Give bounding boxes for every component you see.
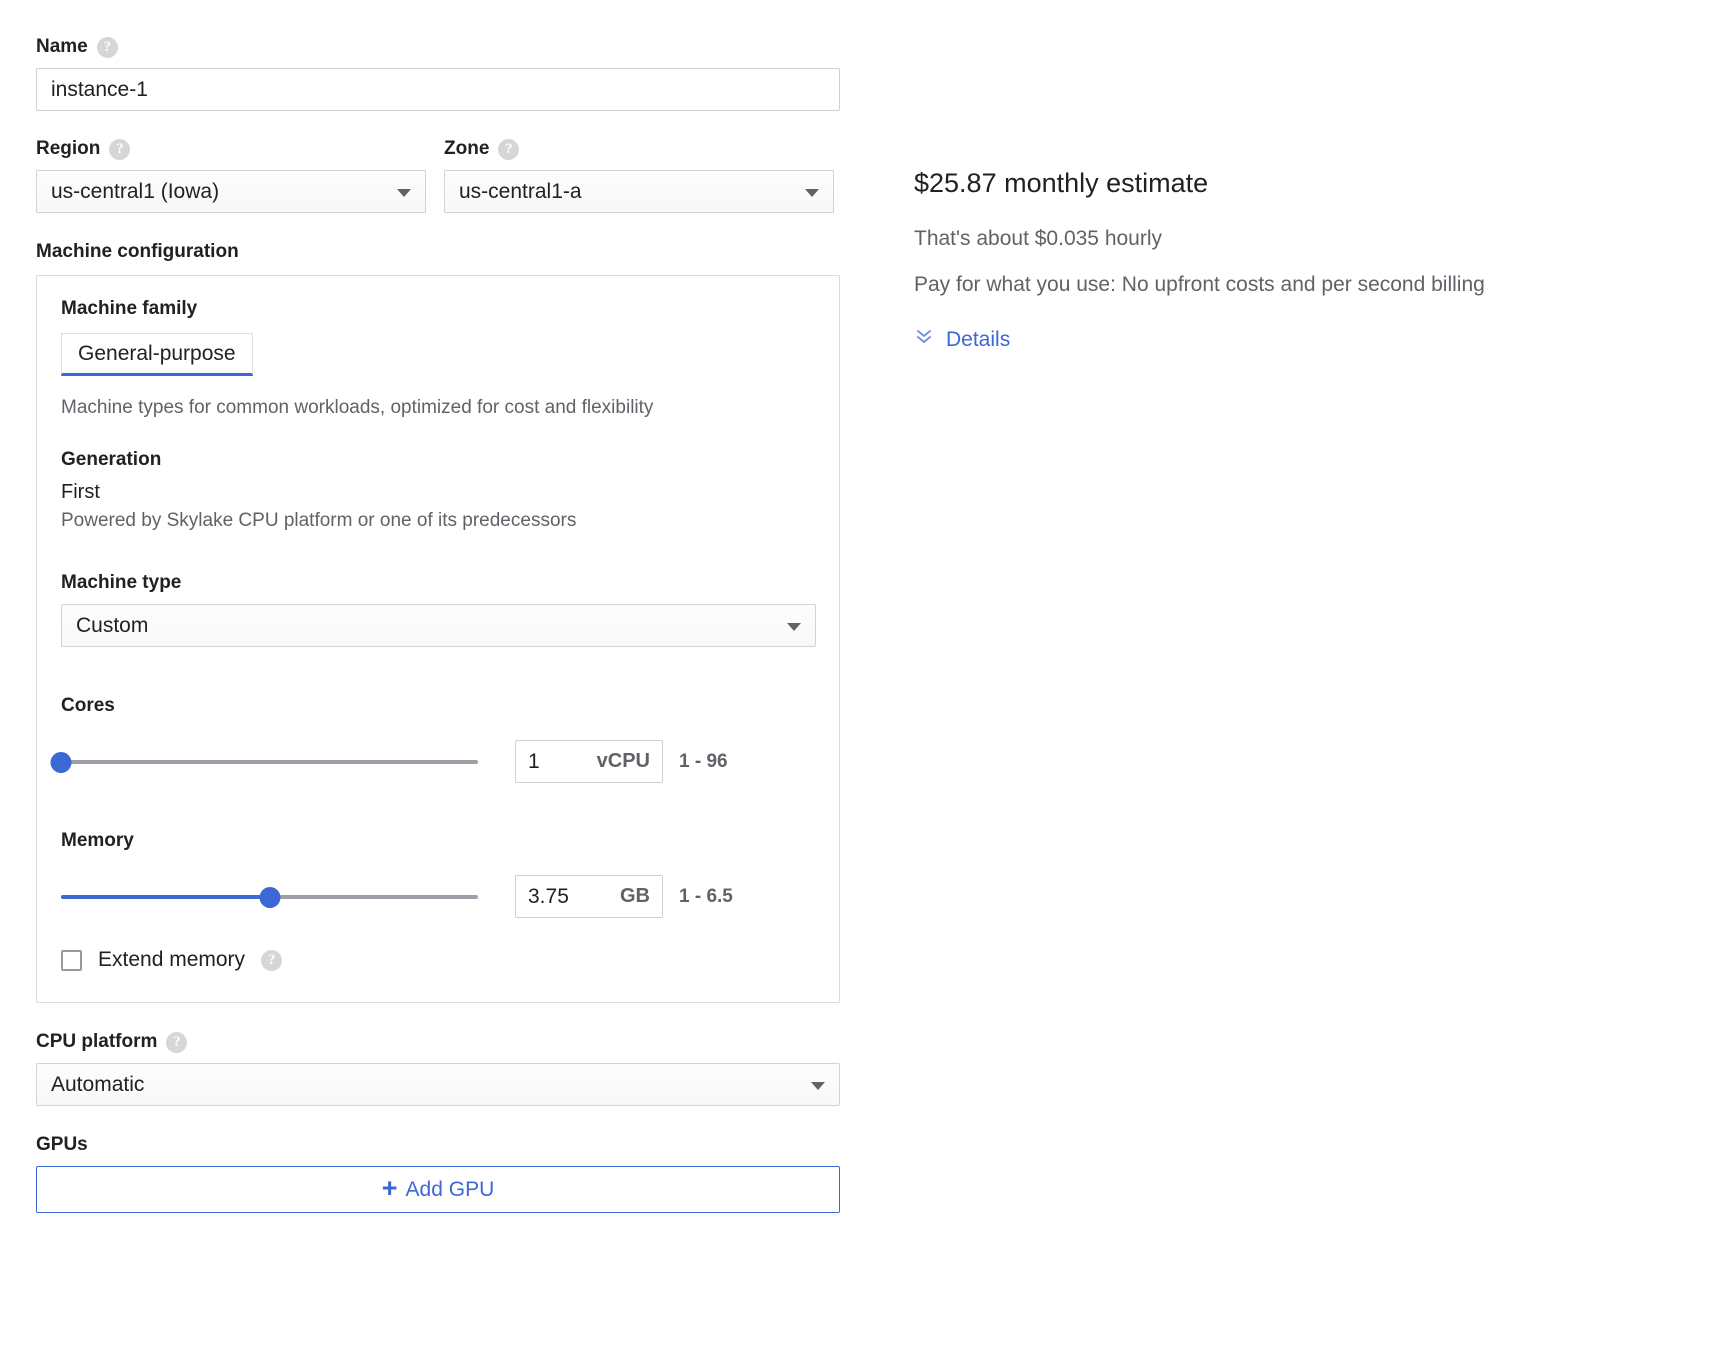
extend-memory-checkbox[interactable] — [61, 949, 82, 971]
zone-label: Zone ? — [444, 138, 834, 160]
cpu-platform-select-value: Automatic — [51, 1073, 145, 1096]
cores-value-input[interactable]: 1 vCPU — [515, 740, 663, 783]
name-label: Name ? — [36, 36, 840, 58]
machine-type-select-value: Custom — [76, 614, 149, 637]
cost-estimate-panel: $25.87 monthly estimate That's about $0.… — [914, 0, 1674, 353]
machine-configuration-label: Machine configuration — [36, 241, 840, 263]
memory-value: 3.75 — [528, 884, 569, 908]
chevron-down-icon — [811, 1081, 825, 1090]
memory-unit: GB — [620, 885, 650, 907]
chevron-down-icon — [805, 188, 819, 197]
help-icon[interactable]: ? — [261, 949, 283, 971]
add-gpu-button-label: Add GPU — [405, 1177, 495, 1201]
monthly-estimate-title: $25.87 monthly estimate — [914, 168, 1209, 198]
help-icon[interactable]: ? — [96, 36, 118, 58]
details-toggle[interactable]: Details — [914, 327, 1674, 353]
generation-label: Generation — [61, 449, 162, 470]
cores-range: 1 - 96 — [679, 750, 728, 772]
hourly-estimate-text: That's about $0.035 hourly — [914, 227, 1163, 250]
tab-general-purpose-label: General-purpose — [78, 342, 236, 365]
generation-description: Powered by Skylake CPU platform or one o… — [61, 510, 577, 531]
details-label: Details — [946, 328, 1011, 351]
extend-memory-row[interactable]: Extend memory ? — [61, 948, 815, 972]
cpu-platform-label-text: CPU platform — [36, 1031, 158, 1052]
cpu-platform-label: CPU platform ? — [36, 1031, 840, 1053]
gpus-label: GPUs — [36, 1134, 840, 1156]
instance-form-column: Name ? Region ? us-central1 (Iowa) — [36, 0, 840, 1213]
region-label: Region ? — [36, 138, 426, 160]
chevron-down-icon — [787, 622, 801, 631]
plus-icon: + — [381, 1173, 398, 1203]
generation-value: First — [61, 481, 100, 503]
name-input[interactable] — [36, 68, 840, 111]
cores-unit: vCPU — [596, 750, 650, 772]
cores-slider[interactable] — [50, 749, 478, 775]
memory-slider-thumb[interactable] — [259, 886, 280, 908]
create-instance-form-page: Name ? Region ? us-central1 (Iowa) — [0, 0, 1720, 1362]
memory-label: Memory — [61, 830, 134, 851]
cpu-platform-select[interactable]: Automatic — [36, 1063, 840, 1106]
help-icon[interactable]: ? — [166, 1031, 188, 1053]
machine-family-description: Machine types for common workloads, opti… — [61, 397, 654, 418]
name-field-group: Name ? — [36, 36, 840, 111]
machine-type-select[interactable]: Custom — [61, 604, 816, 647]
region-label-text: Region — [36, 138, 101, 159]
cores-slider-thumb[interactable] — [50, 751, 72, 773]
memory-range: 1 - 6.5 — [679, 885, 733, 907]
machine-type-label: Machine type — [61, 572, 182, 593]
cores-value: 1 — [528, 749, 540, 773]
help-icon[interactable]: ? — [498, 138, 520, 160]
billing-note-text: Pay for what you use: No upfront costs a… — [914, 273, 1485, 296]
machine-family-label: Machine family — [61, 298, 198, 319]
zone-select[interactable]: us-central1-a — [444, 170, 834, 213]
help-icon[interactable]: ? — [109, 138, 131, 160]
region-field-group: Region ? us-central1 (Iowa) — [36, 138, 426, 213]
cpu-platform-field-group: CPU platform ? Automatic — [36, 1031, 840, 1106]
machine-configuration-label-text: Machine configuration — [36, 241, 239, 262]
memory-value-input[interactable]: 3.75 GB — [515, 875, 663, 918]
chevron-double-down-icon — [914, 327, 934, 353]
machine-configuration-card: Machine family General-purpose Machine t… — [36, 275, 840, 1003]
add-gpu-button[interactable]: + Add GPU — [36, 1166, 840, 1213]
name-label-text: Name — [36, 36, 88, 57]
zone-field-group: Zone ? us-central1-a — [444, 138, 834, 213]
machine-configuration-section: Machine configuration Machine family Gen… — [36, 241, 840, 1003]
cores-slider-track — [61, 759, 478, 764]
cores-label: Cores — [61, 695, 115, 716]
extend-memory-label: Extend memory — [98, 948, 246, 971]
chevron-down-icon — [397, 188, 411, 197]
zone-select-value: us-central1-a — [459, 180, 582, 203]
region-select-value: us-central1 (Iowa) — [51, 180, 220, 203]
cores-slider-row: 1 vCPU 1 - 96 — [50, 740, 815, 783]
region-zone-row: Region ? us-central1 (Iowa) Zone ? us-ce… — [36, 138, 840, 213]
gpus-field-group: GPUs + Add GPU — [36, 1134, 840, 1213]
gpus-label-text: GPUs — [36, 1134, 88, 1155]
memory-slider-row: 3.75 GB 1 - 6.5 — [61, 875, 815, 918]
region-select[interactable]: us-central1 (Iowa) — [36, 170, 426, 213]
memory-slider-fill — [61, 894, 270, 899]
zone-label-text: Zone — [444, 138, 490, 159]
tab-general-purpose[interactable]: General-purpose — [61, 333, 253, 376]
memory-slider[interactable] — [61, 884, 478, 910]
